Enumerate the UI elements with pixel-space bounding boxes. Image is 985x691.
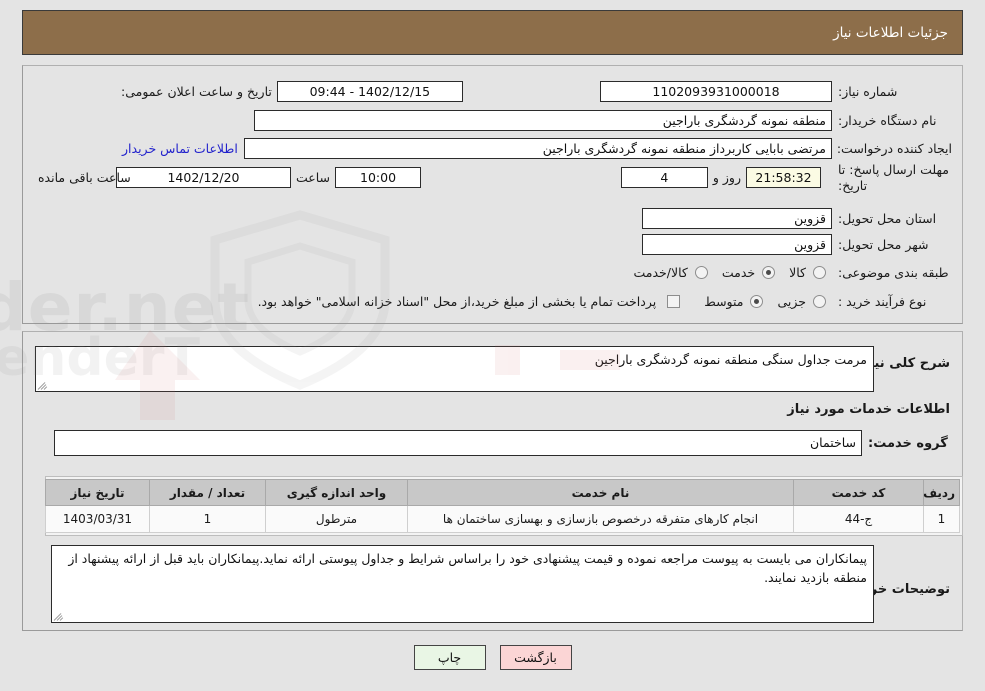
radio-category-kala-label: کالا [789, 264, 806, 280]
announcement-label: تاریخ و ساعت اعلان عمومی: [121, 83, 272, 99]
service-group-value: ساختمان [54, 430, 862, 456]
radio-category-kala-khedmat[interactable] [694, 265, 708, 279]
tender-details-page: جزئیات اطلاعات نیاز شماره نیاز: 11020939… [0, 0, 985, 691]
footer-button-bar: بازگشت چاپ [0, 645, 985, 670]
deadline-row: 21:58:32 روز و 4 10:00 ساعت 1402/12/20 [116, 166, 821, 188]
services-table-frame: ردیف کد خدمت نام خدمت واحد اندازه گیری ت… [45, 476, 963, 536]
radio-category-khedmat[interactable] [762, 265, 776, 279]
th-row-no: ردیف [923, 479, 960, 506]
services-table: ردیف کد خدمت نام خدمت واحد اندازه گیری ت… [45, 479, 960, 533]
buyer-org-row: نام دستگاه خریدار: منطقه نمونه گردشگری ب… [254, 109, 952, 131]
cell-service-name: انجام کارهای متفرقه درخصوص بازسازی و بهس… [407, 505, 794, 533]
creator-row: ایجاد کننده درخواست: مرتضی بابایی کاربرد… [116, 137, 952, 159]
remaining-suffix-label: ساعت باقی مانده [38, 169, 131, 185]
cell-quantity: 1 [149, 505, 266, 533]
page-title: جزئیات اطلاعات نیاز [833, 24, 948, 41]
buyer-notes-textarea[interactable]: پیمانکاران می بایست به پیوست مراجعه نمود… [51, 545, 874, 623]
radio-process-motavaset[interactable] [750, 294, 764, 308]
category-row: طبقه بندی موضوعی: کالا خدمت کالا/خدمت [623, 261, 952, 283]
radio-category-kala[interactable] [813, 265, 826, 279]
radio-process-jozei[interactable] [813, 294, 826, 308]
creator-label: ایجاد کننده درخواست: [836, 140, 952, 156]
th-quantity: تعداد / مقدار [149, 479, 266, 506]
remaining-clock: 21:58:32 [746, 166, 821, 188]
province-row: استان محل تحویل: قزوین [642, 207, 952, 229]
page-header: جزئیات اطلاعات نیاز [22, 10, 963, 55]
creator-value: مرتضی بابایی کاربرداز منطقه نمونه گردشگر… [243, 137, 832, 159]
buyer-notes-textarea-wrap: پیمانکاران می بایست به پیوست مراجعه نمود… [51, 545, 874, 623]
city-value: قزوین [642, 233, 832, 255]
city-row: شهر محل تحویل: قزوین [642, 233, 952, 255]
radio-category-kala-khedmat-label: کالا/خدمت [633, 264, 688, 280]
need-number-label: شماره نیاز: [838, 83, 898, 99]
deadline-label-wrap: مهلت ارسال پاسخ: تا تاریخ: [832, 162, 952, 193]
table-row: 1 ج-44 انجام کارهای متفرقه درخصوص بازساز… [45, 505, 960, 533]
cell-row-no: 1 [923, 505, 960, 533]
cell-need-date: 1403/03/31 [45, 505, 150, 533]
province-label: استان محل تحویل: [838, 210, 937, 226]
cell-unit: مترطول [265, 505, 408, 533]
need-number-value: 1102093931000018 [600, 80, 832, 102]
back-button[interactable]: بازگشت [499, 645, 572, 670]
radio-process-motavaset-label: متوسط [704, 293, 744, 309]
announcement-value: 1402/12/15 - 09:44 [276, 80, 463, 102]
th-service-code: کد خدمت [793, 479, 924, 506]
table-header-row: ردیف کد خدمت نام خدمت واحد اندازه گیری ت… [45, 479, 960, 506]
deadline-hour-label: ساعت [296, 169, 331, 185]
process-row: نوع فرآیند خرید : جزیی متوسط پرداخت تمام… [253, 290, 952, 312]
summary-textarea[interactable]: مرمت جداول سنگی منطقه نمونه گردشگری بارا… [35, 346, 874, 392]
remaining-suffix-wrap: ساعت باقی مانده [33, 166, 136, 188]
province-value: قزوین [642, 207, 832, 229]
request-info-panel: شماره نیاز: 1102093931000018 1402/12/15 … [22, 65, 963, 324]
remaining-days-value: 4 [620, 166, 708, 188]
process-label: نوع فرآیند خرید : [838, 293, 927, 309]
service-group-row: گروه خدمت: ساختمان [54, 430, 950, 456]
deadline-label: مهلت ارسال پاسخ: تا تاریخ: [838, 162, 949, 193]
treasury-checkbox[interactable] [667, 294, 681, 308]
summary-textarea-wrap: مرمت جداول سنگی منطقه نمونه گردشگری بارا… [35, 346, 874, 392]
buyer-org-label: نام دستگاه خریدار: [838, 112, 937, 128]
city-label: شهر محل تحویل: [838, 236, 929, 252]
buyer-org-value: منطقه نمونه گردشگری باراجین [254, 109, 832, 131]
category-label: طبقه بندی موضوعی: [838, 264, 949, 280]
cell-service-code: ج-44 [793, 505, 924, 533]
radio-category-khedmat-label: خدمت [721, 264, 756, 280]
th-unit: واحد اندازه گیری [265, 479, 408, 506]
th-need-date: تاریخ نیاز [45, 479, 150, 506]
print-button[interactable]: چاپ [413, 645, 486, 670]
remaining-days-label: روز و [712, 169, 741, 185]
service-group-label: گروه خدمت: [868, 435, 948, 451]
service-info-title: اطلاعات خدمات مورد نیاز [787, 402, 950, 417]
announcement-row: 1402/12/15 - 09:44 تاریخ و ساعت اعلان عم… [116, 80, 463, 102]
buyer-contact-link[interactable]: اطلاعات تماس خریدار [116, 141, 244, 156]
deadline-time-value: 10:00 [335, 166, 422, 188]
need-number-row: شماره نیاز: 1102093931000018 [600, 80, 952, 102]
deadline-date-value: 1402/12/20 [116, 166, 291, 188]
treasury-checkbox-label: پرداخت تمام یا بخشی از مبلغ خرید،از محل … [257, 293, 657, 309]
th-service-name: نام خدمت [407, 479, 794, 506]
radio-process-jozei-label: جزیی [777, 293, 806, 309]
